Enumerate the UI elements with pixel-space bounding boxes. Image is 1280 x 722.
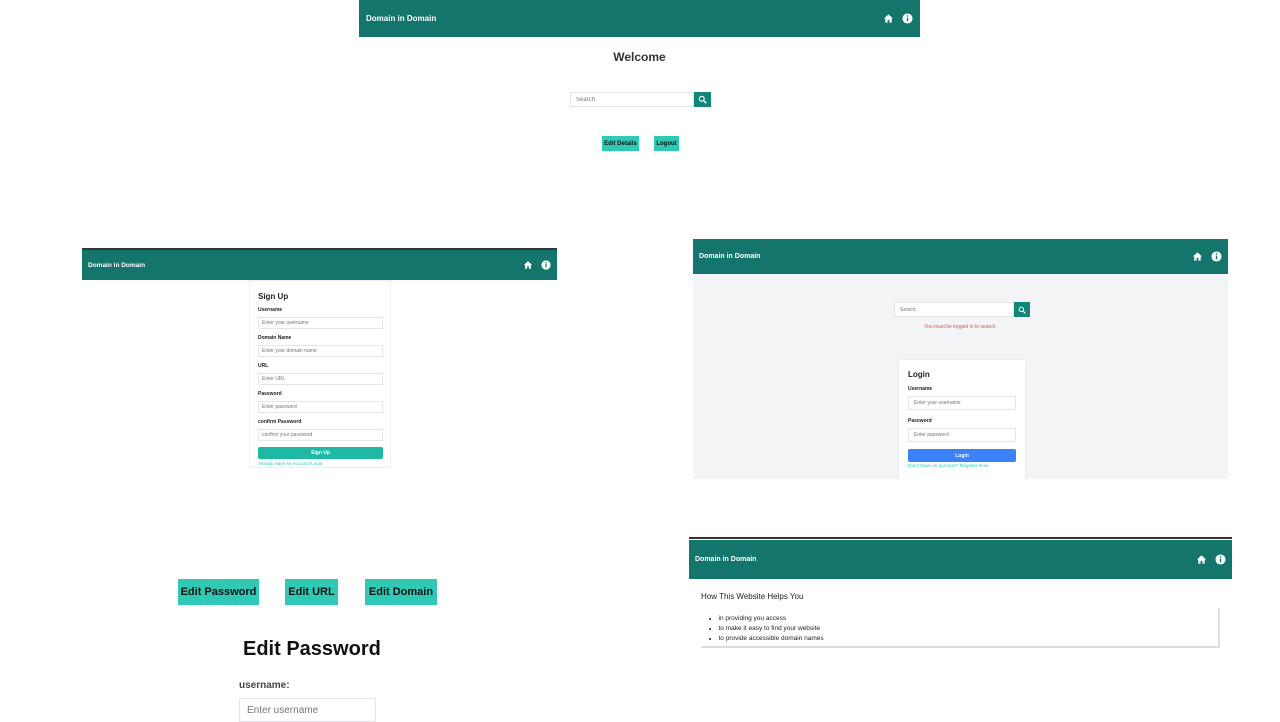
password-label: Password — [258, 391, 282, 397]
login-panel: Domain in Domain You must be logged in t… — [693, 239, 1228, 479]
login-error-message: You must be logged in to search. — [924, 324, 997, 330]
signup-header: Domain in Domain — [82, 250, 557, 280]
tab-edit-url[interactable]: Edit URL — [285, 579, 338, 605]
username-label: username: — [239, 680, 290, 691]
login-title: Login — [908, 370, 930, 379]
info-icon[interactable] — [902, 13, 913, 24]
url-label: URL — [258, 363, 269, 369]
home-panel: Domain in Domain Welcome Edit Details Lo… — [359, 0, 920, 170]
confirm-password-input[interactable] — [258, 429, 383, 441]
search-button[interactable] — [694, 92, 711, 107]
signup-panel: Domain in Domain Sign Up Username Domain… — [82, 248, 557, 473]
page-title: Edit Password — [243, 638, 381, 660]
domain-name-input[interactable] — [258, 345, 383, 357]
search-button[interactable] — [1014, 302, 1030, 317]
username-label: Username — [258, 307, 283, 313]
search-input[interactable] — [894, 302, 1014, 317]
login-link[interactable]: Already Have An Account?Login — [258, 461, 322, 466]
username-input[interactable] — [908, 396, 1016, 410]
home-icon[interactable] — [523, 260, 533, 270]
list-item: to provide accessible domain names — [709, 634, 824, 644]
password-input[interactable] — [258, 401, 383, 413]
list-item: to make it easy to find your website — [709, 624, 824, 634]
home-icon[interactable] — [883, 13, 894, 24]
username-label: Username — [908, 386, 933, 392]
info-icon[interactable] — [1215, 554, 1226, 565]
list-item: in providing you access — [709, 614, 824, 624]
login-button[interactable]: Login — [908, 449, 1016, 462]
about-title: How This Website Helps You — [701, 592, 804, 601]
brand-title[interactable]: Domain in Domain — [366, 14, 436, 23]
login-card: Login Username Password Login Don't have… — [899, 360, 1025, 479]
password-label: Password — [908, 418, 932, 424]
page-title: Welcome — [613, 50, 666, 64]
search-icon — [698, 95, 707, 104]
username-input[interactable] — [258, 317, 383, 329]
info-icon[interactable] — [1211, 251, 1222, 262]
login-header: Domain in Domain — [693, 239, 1228, 274]
about-top-border — [689, 537, 1232, 539]
home-header: Domain in Domain — [359, 0, 920, 37]
signup-card: Sign Up Username Domain Name URL Passwor… — [249, 280, 391, 468]
password-input[interactable] — [908, 428, 1016, 442]
about-panel: Domain in Domain How This Website Helps … — [689, 537, 1232, 652]
signup-title: Sign Up — [258, 292, 289, 301]
confirm-password-label: confirm Password — [258, 419, 302, 425]
search-input[interactable] — [570, 92, 694, 107]
brand-title[interactable]: Domain in Domain — [699, 253, 760, 260]
about-card: in providing you access to make it easy … — [701, 608, 1220, 648]
logout-button[interactable]: Logout — [654, 136, 679, 151]
register-link[interactable]: Don't have an account? Register Now — [908, 464, 988, 469]
home-icon[interactable] — [1192, 251, 1203, 262]
username-input[interactable] — [239, 698, 376, 722]
benefits-list: in providing you access to make it easy … — [701, 614, 824, 644]
info-icon[interactable] — [541, 260, 551, 270]
url-input[interactable] — [258, 373, 383, 385]
sign-up-button[interactable]: Sign Up — [258, 447, 383, 459]
edit-details-button[interactable]: Edit Details — [602, 136, 639, 151]
home-icon[interactable] — [1196, 554, 1207, 565]
domain-name-label: Domain Name — [258, 335, 292, 341]
edit-panel: Edit Password Edit URL Edit Domain Edit … — [170, 570, 470, 722]
tab-edit-domain[interactable]: Edit Domain — [365, 579, 437, 605]
tab-edit-password[interactable]: Edit Password — [178, 579, 259, 605]
brand-title[interactable]: Domain in Domain — [695, 556, 756, 563]
brand-title[interactable]: Domain in Domain — [88, 262, 145, 269]
about-header: Domain in Domain — [689, 540, 1232, 579]
search-icon — [1018, 306, 1026, 314]
